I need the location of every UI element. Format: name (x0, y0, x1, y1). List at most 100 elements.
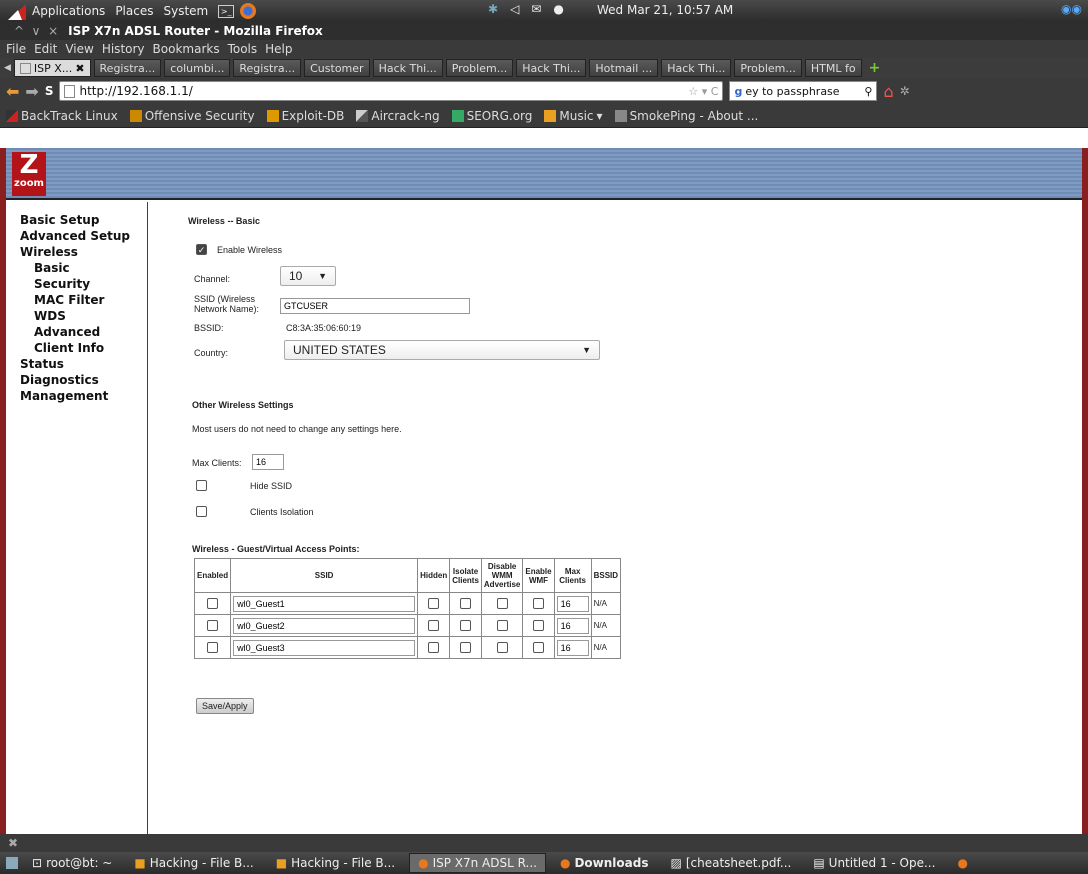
guest2-isolate-checkbox[interactable] (460, 620, 472, 631)
guest1-enabled-checkbox[interactable] (207, 598, 219, 609)
menu-history[interactable]: History (102, 42, 145, 56)
firefox-launcher-icon[interactable] (240, 3, 257, 19)
task-downloads[interactable]: ● Downloads (552, 853, 657, 873)
menu-bookmarks[interactable]: Bookmarks (153, 42, 220, 56)
sidebar-item-advanced-setup[interactable]: Advanced Setup (20, 228, 147, 244)
guest3-wmf-checkbox[interactable] (532, 642, 544, 653)
system-menu[interactable]: System (163, 4, 208, 18)
guest2-enabled-checkbox[interactable] (207, 620, 219, 631)
tab-registra-2[interactable]: Registra... (233, 59, 302, 77)
max-clients-input[interactable] (252, 454, 284, 470)
tab-hack-3[interactable]: Hack Thi... (661, 59, 732, 77)
guest1-ssid-input[interactable] (233, 595, 416, 612)
task-file-browser-2[interactable]: ■ Hacking - File B... (268, 853, 403, 873)
guest1-isolate-checkbox[interactable] (460, 598, 472, 609)
sidebar-item-diagnostics[interactable]: Diagnostics (20, 372, 147, 388)
menu-edit[interactable]: Edit (34, 42, 57, 56)
menu-view[interactable]: View (65, 42, 93, 56)
channel-select[interactable]: 10 ▼ (280, 266, 336, 286)
addon-icon[interactable]: ✲ (900, 84, 910, 98)
backtrack-logo-icon[interactable] (8, 2, 26, 20)
tab-hack-2[interactable]: Hack Thi... (516, 59, 587, 77)
task-firefox-2[interactable]: ● (949, 853, 975, 873)
guest3-enabled-checkbox[interactable] (207, 642, 219, 653)
task-file-browser-1[interactable]: ■ Hacking - File B... (126, 853, 261, 873)
menu-help[interactable]: Help (265, 42, 292, 56)
mail-icon[interactable]: ✉ (531, 2, 541, 16)
tab-hotmail[interactable]: Hotmail ... (589, 59, 659, 77)
menu-tools[interactable]: Tools (228, 42, 258, 56)
bookmark-offensive-security[interactable]: Offensive Security (129, 109, 255, 123)
sidebar-item-security[interactable]: Security (20, 276, 147, 292)
bookmark-backtrack[interactable]: BackTrack Linux (6, 109, 118, 123)
sidebar-item-wireless[interactable]: Wireless (20, 244, 147, 260)
hide-ssid-checkbox[interactable] (196, 480, 207, 491)
guest3-wmm-checkbox[interactable] (496, 642, 508, 653)
guest3-isolate-checkbox[interactable] (460, 642, 472, 653)
forward-icon[interactable]: ➡ (25, 82, 38, 101)
sidebar-item-advanced[interactable]: Advanced (20, 324, 147, 340)
tab-customer[interactable]: Customer (304, 59, 370, 77)
tray-app-icon[interactable]: ◉◉ (1061, 2, 1082, 16)
sidebar-item-client-info[interactable]: Client Info (20, 340, 147, 356)
bookmark-exploit-db[interactable]: Exploit-DB (266, 109, 344, 123)
country-select[interactable]: UNITED STATES ▼ (284, 340, 600, 360)
close-icon[interactable]: ✖ (8, 836, 18, 850)
task-terminal[interactable]: ⊡ root@bt: ~ (24, 853, 120, 873)
sidebar-item-management[interactable]: Management (20, 388, 147, 404)
menu-file[interactable]: File (6, 42, 26, 56)
applications-menu[interactable]: Applications (32, 4, 105, 18)
sidebar-item-basic-setup[interactable]: Basic Setup (20, 212, 147, 228)
tab-problem-2[interactable]: Problem... (734, 59, 802, 77)
guest2-max-input[interactable] (556, 617, 589, 634)
sidebar-item-status[interactable]: Status (20, 356, 147, 372)
task-pdf-viewer[interactable]: ▨ [cheatsheet.pdf... (662, 853, 799, 873)
back-icon[interactable]: ⬅ (6, 82, 19, 101)
search-box[interactable]: g ey to passphrase ⚲ (729, 81, 878, 101)
clients-isolation-checkbox[interactable] (196, 506, 207, 517)
bookmark-smokeping[interactable]: SmokePing - About ... (614, 109, 758, 123)
tab-registra-1[interactable]: Registra... (93, 59, 162, 77)
guest2-hidden-checkbox[interactable] (428, 620, 440, 631)
tab-scroll-left-icon[interactable]: ◀ (4, 63, 11, 73)
tab-html[interactable]: HTML fo (804, 59, 862, 77)
enable-wireless-checkbox[interactable]: ✓ (196, 244, 207, 255)
bookmark-music-folder[interactable]: Music ▾ (544, 109, 603, 123)
show-desktop-icon[interactable] (6, 857, 18, 869)
search-icon[interactable]: ⚲ (864, 85, 872, 98)
new-tab-icon[interactable]: + (869, 60, 881, 76)
tab-hack-1[interactable]: Hack Thi... (372, 59, 443, 77)
bookmark-aircrack[interactable]: Aircrack-ng (356, 109, 440, 123)
page-identity-icon[interactable] (64, 84, 76, 98)
url-bar[interactable]: http://192.168.1.1/ ☆ ▾ C (59, 81, 724, 101)
sidebar-item-mac-filter[interactable]: MAC Filter (20, 292, 147, 308)
ssid-input[interactable] (280, 298, 470, 314)
guest3-hidden-checkbox[interactable] (428, 642, 440, 653)
guest1-max-input[interactable] (556, 595, 589, 612)
guest1-wmm-checkbox[interactable] (496, 598, 508, 609)
guest3-ssid-input[interactable] (233, 639, 416, 656)
window-controls[interactable]: ^ ∨ × (14, 24, 58, 38)
tab-close-icon[interactable]: ✖ (75, 62, 84, 75)
sidebar-item-wds[interactable]: WDS (20, 308, 147, 324)
home-icon[interactable]: ⌂ (883, 82, 893, 101)
save-apply-button[interactable]: Save/Apply (196, 698, 254, 714)
guest1-hidden-checkbox[interactable] (428, 598, 440, 609)
tab-columbi[interactable]: columbi... (164, 59, 231, 77)
guest2-ssid-input[interactable] (233, 617, 416, 634)
network-icon[interactable]: ✱ (488, 2, 498, 16)
user-icon[interactable]: ● (553, 2, 563, 16)
guest2-wmf-checkbox[interactable] (532, 620, 544, 631)
places-menu[interactable]: Places (115, 4, 153, 18)
bookmark-star-icon[interactable]: ☆ ▾ C (688, 85, 718, 98)
guest1-wmf-checkbox[interactable] (532, 598, 544, 609)
tab-problem-1[interactable]: Problem... (445, 59, 514, 77)
task-firefox[interactable]: ● ISP X7n ADSL R... (409, 853, 546, 873)
tab-isp-router[interactable]: ISP X... ✖ (13, 59, 91, 77)
clock[interactable]: Wed Mar 21, 10:57 AM (597, 3, 733, 17)
guest2-wmm-checkbox[interactable] (496, 620, 508, 631)
bookmark-seorg[interactable]: SEORG.org (451, 109, 532, 123)
terminal-launcher-icon[interactable]: >_ (218, 4, 235, 18)
sidebar-item-wireless-basic[interactable]: Basic (20, 260, 147, 276)
sync-icon[interactable]: S (45, 84, 54, 98)
